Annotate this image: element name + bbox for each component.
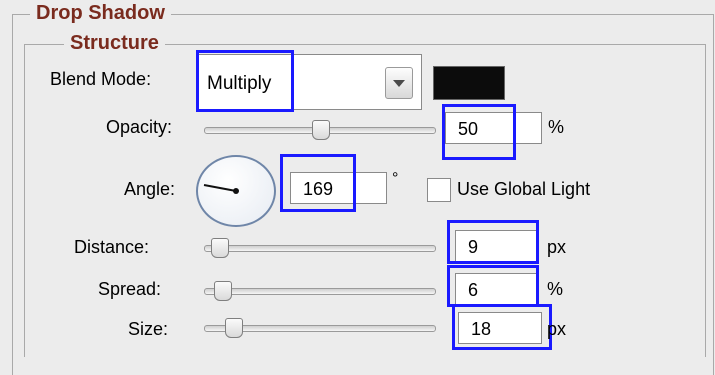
shadow-color-swatch[interactable] [433,66,505,100]
opacity-unit: % [548,117,565,137]
size-slider-thumb[interactable] [225,318,243,338]
blend-mode-highlight [196,50,294,112]
opacity-slider[interactable] [204,120,436,140]
angle-needle-icon [203,184,239,194]
opacity-label: Opacity: [106,117,173,137]
distance-slider-thumb[interactable] [211,238,229,258]
distance-slider[interactable] [204,238,436,258]
spread-label: Spread: [98,279,162,299]
spread-slider[interactable] [204,281,436,301]
size-highlight [452,304,552,350]
angle-highlight [280,154,356,212]
distance-label: Distance: [74,237,150,257]
size-unit: px [547,319,567,339]
angle-unit: ° [392,170,399,187]
spread-unit: % [547,279,564,299]
size-slider[interactable] [204,318,436,338]
spread-slider-thumb[interactable] [214,281,232,301]
distance-highlight [447,220,539,264]
drop-shadow-title: Drop Shadow [30,2,171,24]
use-global-light-checkbox[interactable] [427,178,451,202]
chevron-down-icon[interactable] [385,67,413,99]
size-label: Size: [128,319,169,339]
opacity-slider-thumb[interactable] [312,120,330,140]
layer-style-panel: Drop Shadow Structure Blend Mode: Multip… [0,0,715,375]
opacity-highlight [442,104,516,160]
blend-mode-label: Blend Mode: [50,69,152,89]
angle-label: Angle: [124,179,176,199]
angle-dial[interactable] [196,155,276,227]
spread-highlight [447,265,539,307]
structure-title: Structure [64,32,165,54]
use-global-light-label[interactable]: Use Global Light [457,178,590,200]
distance-unit: px [547,237,567,257]
